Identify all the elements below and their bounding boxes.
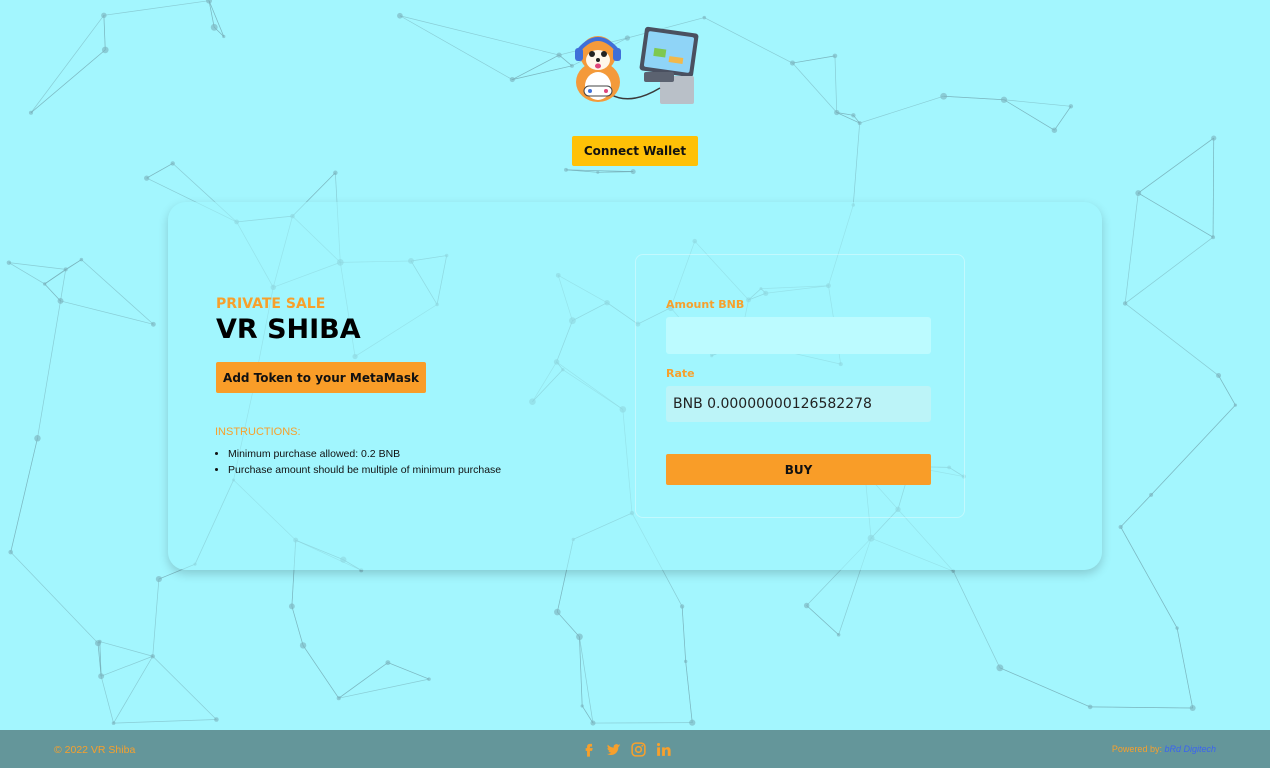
twitter-icon[interactable]: [605, 741, 622, 758]
powered-by: Powered by: bRd Digitech: [1112, 744, 1216, 754]
amount-label: Amount BNB: [666, 298, 745, 311]
rate-value: BNB 0.00000000126582278: [666, 386, 931, 422]
token-title: VR SHIBA: [216, 314, 361, 345]
shiba-gamer-logo: [575, 26, 699, 104]
instruction-item: Minimum purchase allowed: 0.2 BNB: [228, 446, 501, 462]
instruction-item: Purchase amount should be multiple of mi…: [228, 462, 501, 478]
facebook-icon[interactable]: [580, 741, 597, 758]
instructions-heading: INSTRUCTIONS:: [215, 426, 301, 438]
add-token-metamask-button[interactable]: Add Token to your MetaMask: [216, 362, 426, 393]
sale-label: PRIVATE SALE: [216, 296, 326, 312]
footer: © 2022 VR Shiba Powered by: bRd Digitech: [0, 730, 1270, 768]
powered-by-brand-link[interactable]: bRd Digitech: [1164, 744, 1216, 754]
linkedin-icon[interactable]: [655, 741, 672, 758]
rate-label: Rate: [666, 367, 695, 380]
instagram-icon[interactable]: [630, 741, 647, 758]
buy-button[interactable]: BUY: [666, 454, 931, 485]
connect-wallet-button[interactable]: Connect Wallet: [572, 136, 698, 166]
instructions-list: Minimum purchase allowed: 0.2 BNB Purcha…: [216, 446, 501, 478]
social-links: [580, 741, 672, 758]
powered-by-label: Powered by:: [1111, 744, 1162, 754]
amount-bnb-input[interactable]: [666, 317, 931, 354]
copyright-text: © 2022 VR Shiba: [54, 744, 136, 756]
